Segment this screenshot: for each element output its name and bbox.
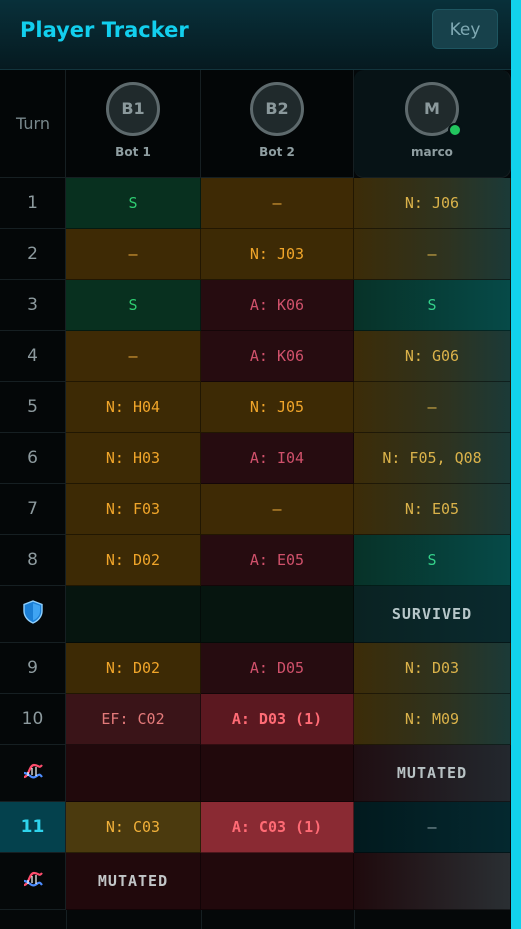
avatar: B2 bbox=[250, 82, 304, 136]
mutated-label: MUTATED bbox=[66, 853, 201, 910]
player-tracker-panel: Player Tracker Key Turn B1 Bot 1 B2 Bot … bbox=[0, 0, 511, 929]
player-header-bot2[interactable]: B2 Bot 2 bbox=[201, 70, 354, 178]
dna-icon bbox=[21, 867, 45, 895]
player-name: marco bbox=[411, 145, 453, 159]
move-cell[interactable]: — bbox=[66, 229, 201, 280]
event-empty-cell bbox=[66, 745, 201, 802]
move-cell[interactable]: N: J03 bbox=[201, 229, 354, 280]
key-button[interactable]: Key bbox=[432, 9, 498, 49]
move-cell[interactable]: N: J05 bbox=[201, 382, 354, 433]
table-bottom-edge bbox=[0, 910, 511, 929]
move-cell[interactable]: — bbox=[201, 484, 354, 535]
event-icon-cell bbox=[0, 586, 66, 643]
event-empty-cell bbox=[201, 745, 354, 802]
move-cell[interactable]: EF: C02 bbox=[66, 694, 201, 745]
turn-number: 1 bbox=[0, 178, 66, 229]
turn-number: 4 bbox=[0, 331, 66, 382]
event-empty-cell bbox=[201, 853, 354, 910]
move-cell[interactable]: A: D05 bbox=[201, 643, 354, 694]
move-cell[interactable]: — bbox=[201, 178, 354, 229]
turn-header-label: Turn bbox=[16, 114, 50, 133]
move-cell[interactable]: — bbox=[66, 331, 201, 382]
turn-number: 9 bbox=[0, 643, 66, 694]
move-cell[interactable]: S bbox=[66, 280, 201, 331]
move-cell[interactable]: S bbox=[66, 178, 201, 229]
event-empty-cell bbox=[201, 586, 354, 643]
turn-number: 5 bbox=[0, 382, 66, 433]
player-name: Bot 2 bbox=[259, 145, 295, 159]
move-cell[interactable]: N: E05 bbox=[354, 484, 511, 535]
move-cell[interactable]: S bbox=[354, 535, 511, 586]
move-cell[interactable]: S bbox=[354, 280, 511, 331]
move-cell[interactable]: N: D02 bbox=[66, 643, 201, 694]
turn-number: 6 bbox=[0, 433, 66, 484]
move-cell[interactable]: N: M09 bbox=[354, 694, 511, 745]
move-cell[interactable]: A: I04 bbox=[201, 433, 354, 484]
avatar: M bbox=[405, 82, 462, 137]
move-cell[interactable]: A: E05 bbox=[201, 535, 354, 586]
player-name: Bot 1 bbox=[115, 145, 151, 159]
turn-number: 8 bbox=[0, 535, 66, 586]
shield-icon bbox=[22, 600, 44, 628]
move-cell[interactable]: N: H03 bbox=[66, 433, 201, 484]
survived-label: SURVIVED bbox=[354, 586, 511, 643]
dna-icon bbox=[21, 759, 45, 787]
scrollbar[interactable] bbox=[511, 0, 521, 929]
turn-number: 3 bbox=[0, 280, 66, 331]
move-cell[interactable]: N: J06 bbox=[354, 178, 511, 229]
online-status-dot bbox=[448, 123, 462, 137]
event-icon-cell bbox=[0, 853, 66, 910]
move-cell[interactable]: N: D03 bbox=[354, 643, 511, 694]
move-cell[interactable]: — bbox=[354, 229, 511, 280]
event-empty-cell bbox=[354, 853, 511, 910]
move-cell[interactable]: A: D03 (1) bbox=[201, 694, 354, 745]
turn-column-header: Turn bbox=[0, 70, 66, 178]
move-cell[interactable]: N: F05, Q08 bbox=[354, 433, 511, 484]
move-cell[interactable]: A: K06 bbox=[201, 331, 354, 382]
mutated-label: MUTATED bbox=[354, 745, 511, 802]
turn-number-current: 11 bbox=[0, 802, 66, 853]
turn-number: 10 bbox=[0, 694, 66, 745]
move-cell[interactable]: A: C03 (1) bbox=[201, 802, 354, 853]
avatar: B1 bbox=[106, 82, 160, 136]
move-cell[interactable]: N: F03 bbox=[66, 484, 201, 535]
event-empty-cell bbox=[66, 586, 201, 643]
turn-number: 2 bbox=[0, 229, 66, 280]
move-cell[interactable]: — bbox=[354, 382, 511, 433]
move-cell[interactable]: N: C03 bbox=[66, 802, 201, 853]
title-bar: Player Tracker Key bbox=[0, 0, 511, 70]
player-header-bot1[interactable]: B1 Bot 1 bbox=[66, 70, 201, 178]
move-cell[interactable]: N: G06 bbox=[354, 331, 511, 382]
event-icon-cell bbox=[0, 745, 66, 802]
turn-number: 7 bbox=[0, 484, 66, 535]
move-cell[interactable]: — bbox=[354, 802, 511, 853]
move-cell[interactable]: N: D02 bbox=[66, 535, 201, 586]
move-cell[interactable]: N: H04 bbox=[66, 382, 201, 433]
page-title: Player Tracker bbox=[20, 18, 189, 42]
move-cell[interactable]: A: K06 bbox=[201, 280, 354, 331]
player-header-marco[interactable]: M marco bbox=[354, 70, 511, 178]
